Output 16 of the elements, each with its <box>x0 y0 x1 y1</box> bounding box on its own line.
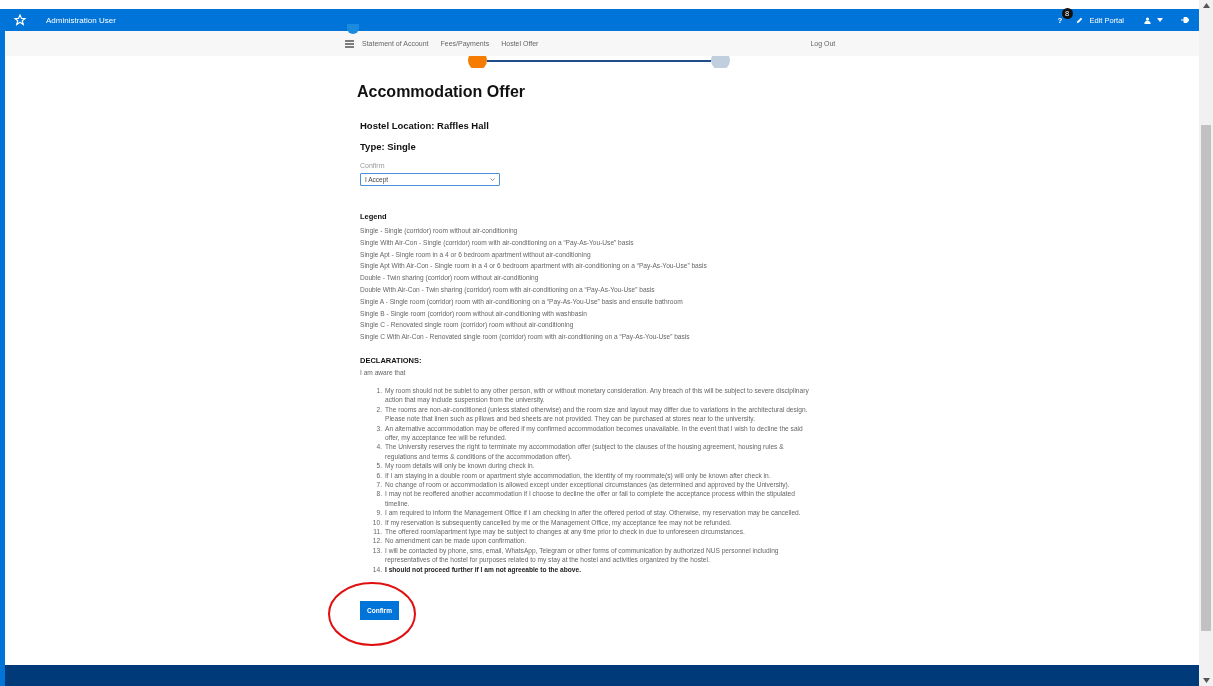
star-icon[interactable] <box>14 14 26 26</box>
scroll-down-icon[interactable] <box>1202 678 1210 683</box>
scroll-thumb[interactable] <box>1201 125 1211 631</box>
user-title: Administration User <box>46 15 116 25</box>
user-icon[interactable] <box>1144 16 1151 24</box>
help-link[interactable]: ? <box>1057 15 1063 25</box>
room-type: Type: Single <box>360 141 417 152</box>
pencil-icon <box>1076 16 1084 24</box>
scroll-up-icon[interactable] <box>1202 3 1210 8</box>
menu-icon[interactable] <box>345 39 354 48</box>
page-heading: Accommodation Offer <box>357 83 526 101</box>
chevron-icon <box>490 178 495 181</box>
scrollbar[interactable] <box>1199 0 1213 686</box>
caret-icon[interactable] <box>1157 18 1163 22</box>
pin-icon[interactable] <box>1181 17 1189 23</box>
hostel-location: Hostel Location: Raffles Hall <box>360 120 490 131</box>
